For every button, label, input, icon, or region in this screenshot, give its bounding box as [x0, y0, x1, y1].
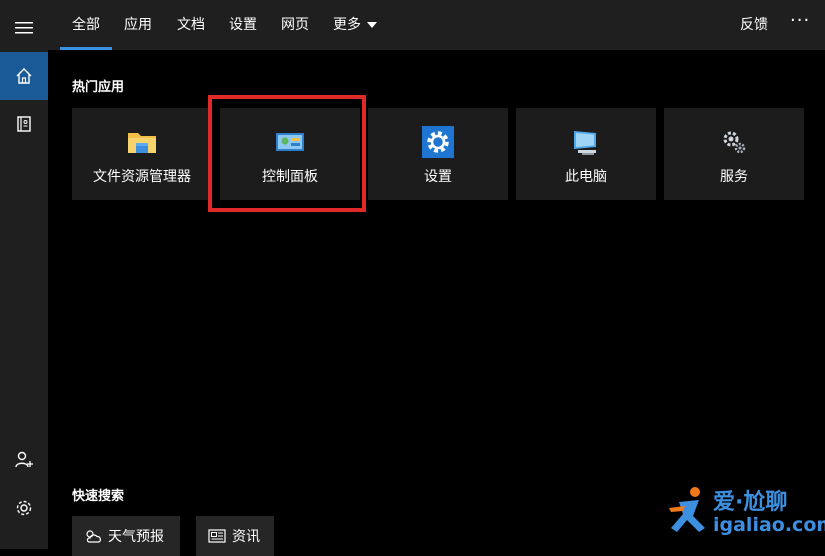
notebook-button[interactable]	[0, 100, 48, 148]
section-title-quick-search: 快速搜索	[72, 489, 125, 504]
tab-label: 更多	[333, 17, 361, 33]
chip-label: 资讯	[232, 529, 260, 545]
app-label: 设置	[424, 169, 452, 185]
notebook-icon	[17, 116, 31, 132]
hamburger-menu-button[interactable]	[0, 4, 48, 52]
tab-documents[interactable]: 文档	[167, 0, 215, 50]
settings-button[interactable]	[0, 484, 48, 532]
feedback-button[interactable]: 反馈	[740, 0, 768, 50]
account-button[interactable]	[0, 436, 48, 484]
watermark-text: 爱·尬聊	[713, 490, 788, 515]
app-tile-control-panel[interactable]: 控制面板	[220, 108, 360, 200]
quick-search-news[interactable]: 资讯	[196, 516, 274, 556]
app-label: 文件资源管理器	[93, 169, 191, 185]
runner-logo-icon	[669, 487, 705, 532]
watermark-url: igaliao.com	[713, 514, 825, 536]
computer-icon	[574, 131, 596, 155]
app-label: 控制面板	[262, 169, 318, 185]
chip-label: 天气预报	[108, 529, 164, 545]
app-tile-settings[interactable]: 设置	[368, 108, 508, 200]
tab-label: 应用	[124, 17, 152, 33]
app-tile-this-pc[interactable]: 此电脑	[516, 108, 656, 200]
top-bar: 全部 应用 文档 设置 网页 更多 反馈 ···	[48, 0, 825, 50]
sidebar	[0, 0, 48, 549]
folder-icon	[128, 133, 156, 153]
hamburger-icon	[15, 22, 33, 34]
home-button[interactable]	[0, 52, 48, 100]
services-gears-icon	[723, 131, 746, 154]
tab-settings[interactable]: 设置	[219, 0, 267, 50]
section-title-hot-apps: 热门应用	[72, 80, 125, 95]
tab-label: 设置	[229, 17, 257, 33]
app-label: 此电脑	[565, 169, 607, 185]
watermark: 爱·尬聊 igaliao.com	[665, 478, 825, 549]
add-user-icon	[15, 451, 33, 468]
app-tile-file-explorer[interactable]: 文件资源管理器	[72, 108, 212, 200]
app-tile-services[interactable]: 服务	[664, 108, 804, 200]
quick-search-weather[interactable]: 天气预报	[72, 516, 180, 556]
tab-label: 全部	[72, 17, 100, 33]
tab-all[interactable]: 全部	[60, 0, 112, 50]
app-label: 服务	[720, 169, 748, 185]
tab-label: 网页	[281, 17, 309, 33]
news-icon	[208, 529, 226, 543]
tab-more[interactable]: 更多	[325, 0, 385, 50]
settings-gear-icon	[422, 126, 454, 158]
weather-icon	[86, 530, 101, 543]
gear-icon	[16, 500, 32, 516]
tab-web[interactable]: 网页	[271, 0, 319, 50]
more-options-button[interactable]: ···	[790, 0, 810, 50]
tab-apps[interactable]: 应用	[114, 0, 162, 50]
chevron-down-icon	[367, 22, 377, 28]
tab-label: 文档	[177, 17, 205, 33]
control-panel-icon	[276, 133, 304, 151]
home-icon	[16, 68, 32, 84]
